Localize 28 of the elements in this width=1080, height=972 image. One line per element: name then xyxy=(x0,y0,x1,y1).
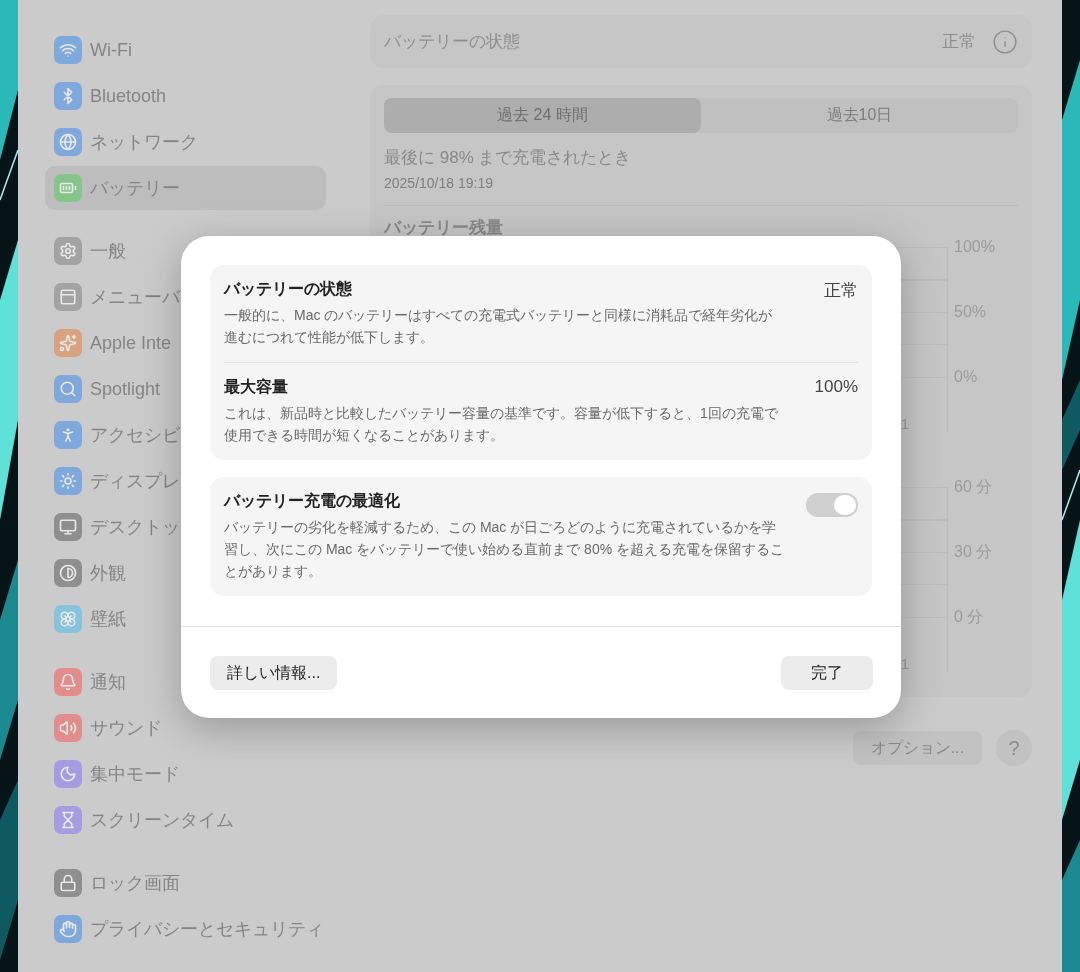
sidebar-label: Wi-Fi xyxy=(90,39,132,61)
sidebar-label: 集中モード xyxy=(90,763,180,786)
sidebar-label: ネットワーク xyxy=(90,131,198,154)
sidebar-label: サウンド xyxy=(90,717,162,740)
setting-title: バッテリーの状態 xyxy=(224,279,353,299)
sidebar-label: ディスプレ xyxy=(90,470,180,493)
sidebar-label: Apple Inte xyxy=(90,332,172,354)
sidebar-label: 通知 xyxy=(90,671,126,694)
setting-description: バッテリーの劣化を軽減するため、この Mac が日ごろどのように充電されているかを学習し、次にこの Mac をバッテリーで使い始める直前まで 80% を超える充電を保留することがあります。 xyxy=(224,518,786,581)
setting-value: 100% xyxy=(814,377,858,398)
sidebar-label: ロック画面 xyxy=(90,872,180,895)
last-charged-title: 最後に 98% まで充電されたとき xyxy=(384,147,633,169)
sidebar-label: アクセシビ xyxy=(90,424,180,447)
sidebar-label: 外観 xyxy=(90,562,126,585)
last-charged-time: 2025/10/18 19:19 xyxy=(384,175,494,191)
setting-description: 一般的に、Mac のバッテリーはすべての充電式バッテリーと同様に消耗品で経年劣化が進むにつれて性能が低下します。 xyxy=(224,306,774,347)
section-heading: バッテリー残量 xyxy=(384,217,504,239)
sidebar-label: デスクトッ xyxy=(90,516,180,539)
setting-title: バッテリー充電の最適化 xyxy=(224,491,401,511)
sidebar-label: スクリーンタイム xyxy=(90,809,234,832)
sidebar-label: Spotlight xyxy=(90,378,161,400)
setting-value: 正常 xyxy=(824,280,858,302)
setting-title: 最大容量 xyxy=(224,377,289,397)
sidebar-label: Bluetooth xyxy=(90,85,167,107)
sidebar-label: メニューバ xyxy=(90,286,180,309)
sidebar-label: 壁紙 xyxy=(90,608,126,631)
setting-description: これは、新品時と比較したバッテリー容量の基準です。容量が低下すると、1回の充電で使用できる時間が短くなることがあります。 xyxy=(224,404,779,445)
sidebar-label: プライバシーとセキュリティ xyxy=(90,918,324,941)
